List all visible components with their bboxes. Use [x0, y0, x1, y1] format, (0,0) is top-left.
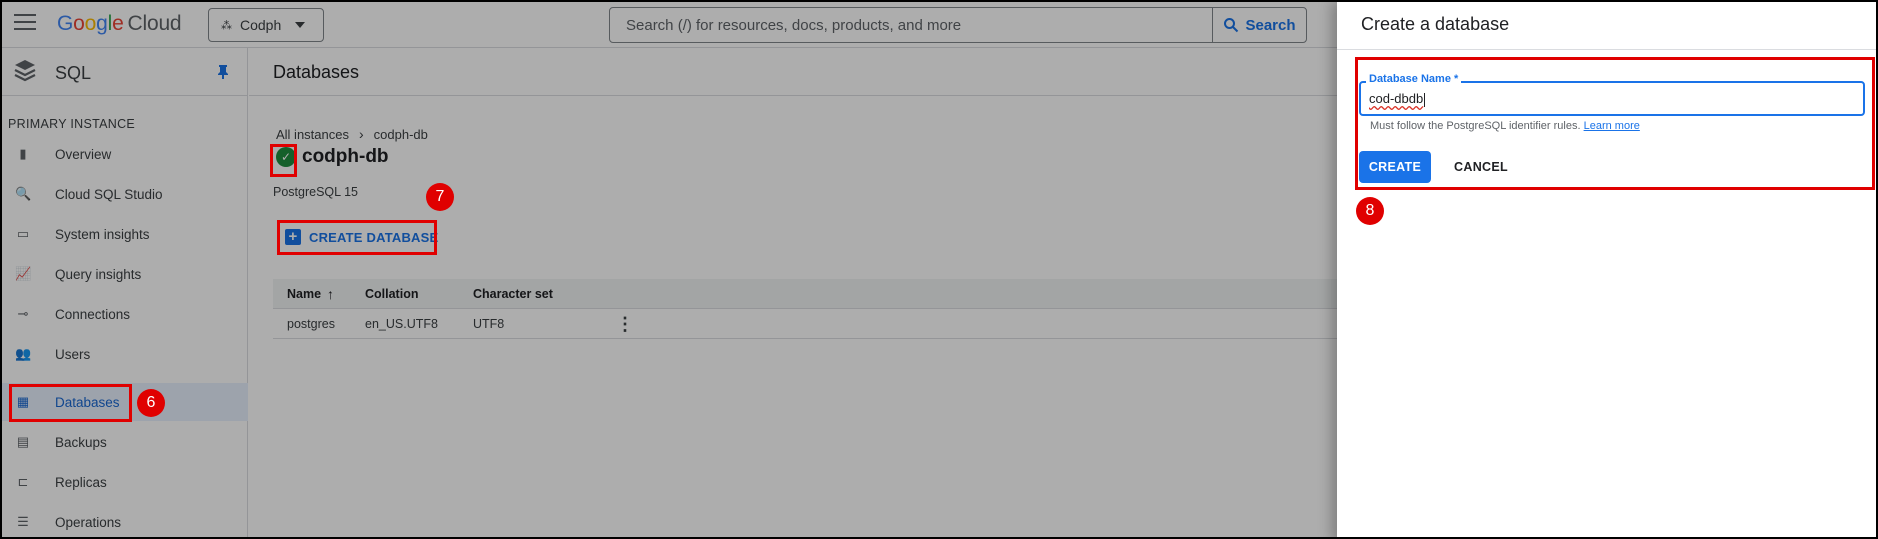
divider [1337, 49, 1876, 50]
screen: Google Cloud ⁂ Codph Search (/) for resou… [0, 0, 1878, 539]
highlight-databases [9, 384, 132, 422]
step-badge-8: 8 [1356, 197, 1384, 225]
panel-title: Create a database [1361, 14, 1510, 34]
highlight-create-database [277, 220, 437, 255]
step-badge-7: 7 [426, 183, 454, 211]
step-badge-6: 6 [137, 389, 165, 417]
highlight-create-form [1355, 57, 1875, 190]
modal-scrim[interactable] [2, 2, 1337, 537]
highlight-status [270, 144, 297, 177]
